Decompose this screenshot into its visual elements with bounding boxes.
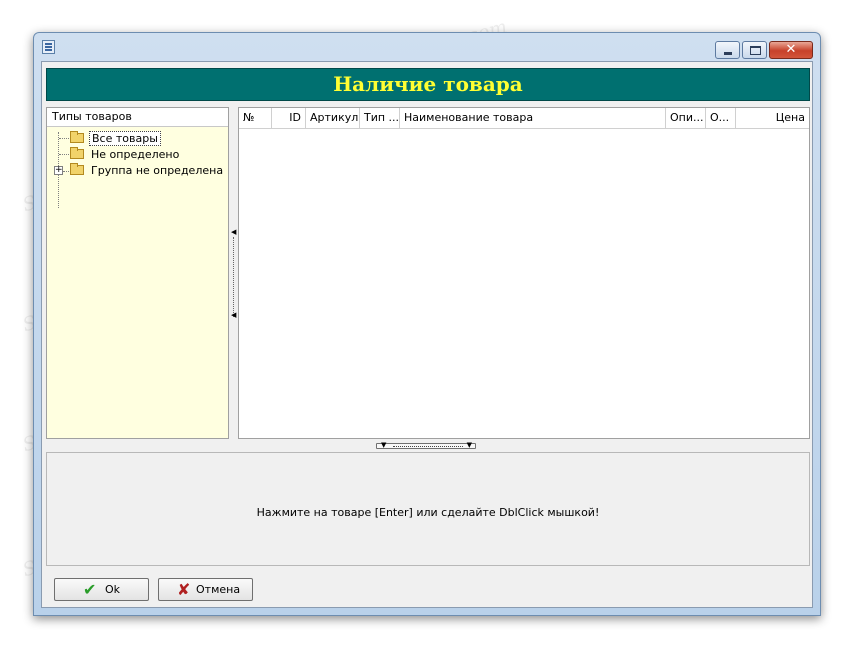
column-header-o[interactable]: О... — [706, 108, 736, 128]
folder-icon — [70, 147, 84, 159]
page-title: Наличие товара — [333, 72, 523, 96]
splitter-down-arrow-icon[interactable]: ▼ — [381, 441, 386, 449]
product-type-tree[interactable]: Типы товаров + Все товары Не определено … — [46, 107, 229, 439]
dialog-window: ✕ Наличие товара Типы товаров + Все това… — [33, 32, 821, 616]
splitter-grip[interactable] — [233, 237, 234, 317]
info-message: Нажмите на товаре [Enter] или сделайте D… — [256, 506, 600, 519]
products-grid[interactable]: № ID Артикул Тип ... Наименование товара… — [238, 107, 810, 439]
grid-header: № ID Артикул Тип ... Наименование товара… — [239, 108, 809, 129]
splitter-left-arrow-icon[interactable]: ◀ — [231, 228, 236, 236]
splitter-handle[interactable]: ▼ ▼ — [376, 441, 476, 449]
splitter-left-arrow-icon[interactable]: ◀ — [231, 311, 236, 319]
column-header-price[interactable]: Цена — [736, 108, 809, 128]
splitter-down-arrow-icon[interactable]: ▼ — [467, 441, 472, 449]
cancel-button[interactable]: ✘ Отмена — [158, 578, 253, 601]
maximize-button[interactable] — [742, 41, 767, 59]
tree-item-label: Не определено — [91, 148, 180, 161]
minimize-button[interactable] — [715, 41, 740, 59]
tree-item-label: Группа не определена — [91, 164, 224, 177]
cancel-button-label: Отмена — [196, 583, 241, 596]
column-header-type[interactable]: Тип ... — [360, 108, 400, 128]
cross-icon: ✘ — [177, 580, 191, 599]
title-bar[interactable]: ✕ — [34, 33, 820, 61]
vertical-splitter[interactable]: ◀ ◀ — [230, 107, 237, 439]
column-header-id[interactable]: ID — [272, 108, 306, 128]
tree-header[interactable]: Типы товаров — [47, 108, 228, 127]
header-banner: Наличие товара — [46, 68, 810, 101]
close-button[interactable]: ✕ — [769, 41, 813, 59]
expand-icon[interactable]: + — [54, 166, 63, 175]
column-header-description[interactable]: Опи... — [666, 108, 706, 128]
ok-button[interactable]: ✔ Ok — [54, 578, 149, 601]
column-header-product-name[interactable]: Наименование товара — [400, 108, 666, 128]
app-icon[interactable] — [42, 40, 55, 54]
tree-connector — [59, 154, 69, 155]
tree-item-label: Все товары — [89, 131, 161, 146]
splitter-grip — [393, 446, 463, 447]
ok-button-label: Ok — [105, 583, 121, 596]
column-header-number[interactable]: № — [239, 108, 272, 128]
horizontal-splitter[interactable]: ▼ ▼ — [42, 441, 812, 450]
folder-icon — [70, 131, 84, 143]
close-icon: ✕ — [785, 42, 797, 57]
folder-icon — [70, 163, 84, 175]
checkmark-icon: ✔ — [83, 580, 97, 599]
info-panel: Нажмите на товаре [Enter] или сделайте D… — [46, 452, 810, 566]
column-header-article[interactable]: Артикул — [306, 108, 360, 128]
dialog-client-area: Наличие товара Типы товаров + Все товары… — [41, 61, 813, 608]
tree-connector — [59, 138, 69, 139]
tree-connector — [63, 171, 69, 172]
